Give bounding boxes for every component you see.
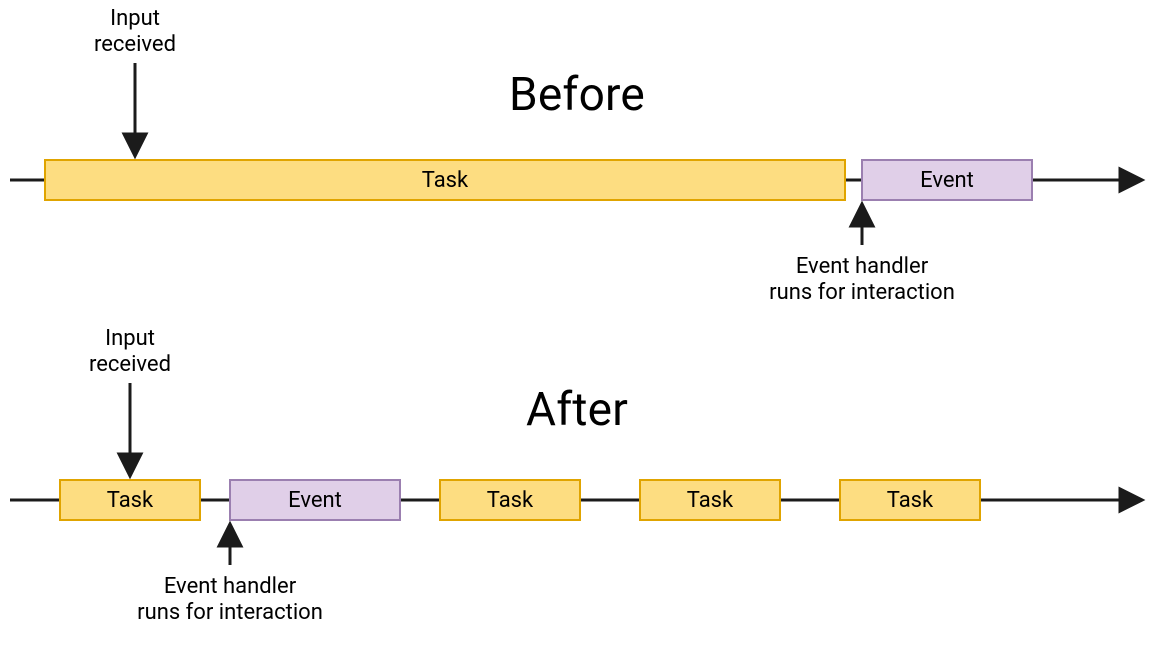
input-received-label: received xyxy=(94,32,176,57)
after-title: After xyxy=(526,383,628,437)
input-received-label: Input xyxy=(110,6,160,31)
task-scheduling-diagram: BeforeTaskEventInputreceivedEvent handle… xyxy=(0,0,1155,647)
event-handler-label: runs for interaction xyxy=(769,280,955,305)
event-block-label: Event xyxy=(920,168,974,193)
input-received-label: received xyxy=(89,352,171,377)
event-handler-label: Event handler xyxy=(164,574,297,599)
task-block-label: Task xyxy=(687,488,734,513)
event-handler-label: Event handler xyxy=(796,254,929,279)
task-block-label: Task xyxy=(887,488,934,513)
input-received-label: Input xyxy=(105,326,155,351)
event-handler-label: runs for interaction xyxy=(137,600,323,625)
task-block-label: Task xyxy=(487,488,534,513)
before-title: Before xyxy=(509,68,645,122)
task-block-label: Task xyxy=(107,488,154,513)
event-block-label: Event xyxy=(288,488,342,513)
task-block-label: Task xyxy=(422,168,469,193)
